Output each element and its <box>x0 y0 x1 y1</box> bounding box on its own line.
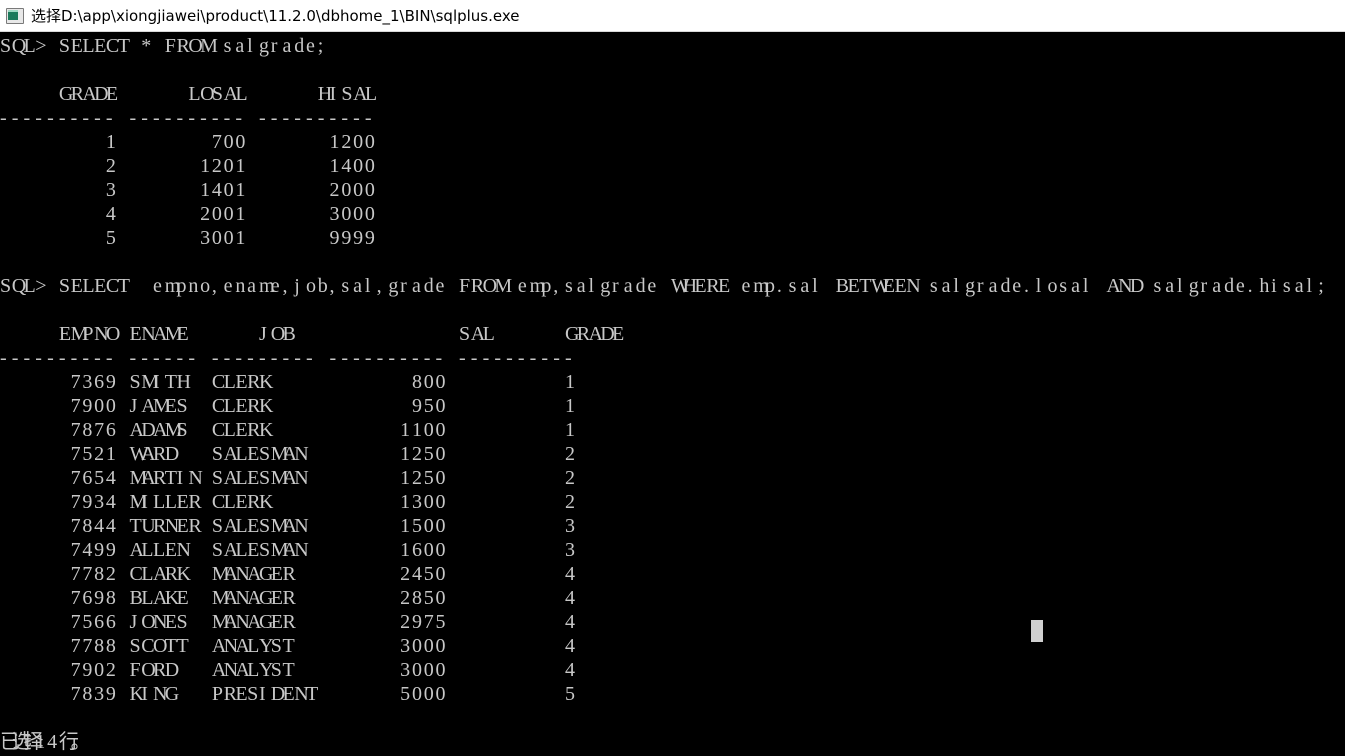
window-title-bar[interactable]: 选择D:\app\xiongjiawei\product\11.2.0\dbho… <box>0 0 1345 32</box>
window-title-text: 选择D:\app\xiongjiawei\product\11.2.0\dbho… <box>31 7 520 25</box>
console-window-icon <box>6 7 24 24</box>
text-cursor <box>1031 620 1043 642</box>
terminal-text: S Q L > S E L E C T * F R O Ms a l g r a d e; G R A D E L O S A L H I S A L -… <box>0 35 1325 753</box>
terminal-output-area[interactable]: S Q L > S E L E C T * F R O Ms a l g r a d e; G R A D E L O S A L H I S A L -… <box>0 32 1345 756</box>
